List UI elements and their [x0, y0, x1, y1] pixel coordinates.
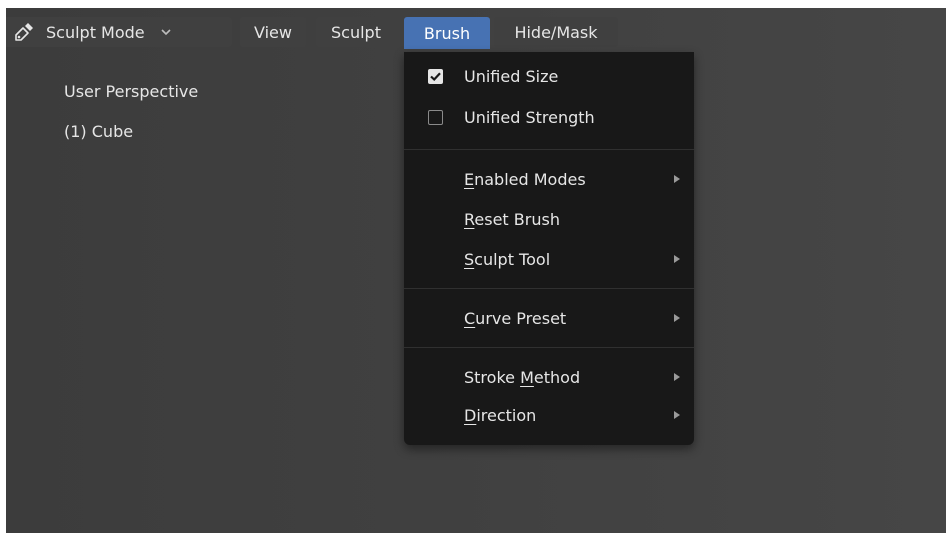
- menu-separator: [404, 347, 694, 348]
- menu-separator: [404, 149, 694, 150]
- mnemonic: M: [520, 367, 534, 387]
- mnemonic: C: [464, 308, 476, 328]
- menu-sculpt-label: Sculpt: [331, 22, 381, 42]
- label-rest: nabled Modes: [474, 169, 586, 189]
- menu-item-stroke-method[interactable]: Stroke Method: [404, 360, 694, 394]
- menu-item-label: Reset Brush: [464, 210, 560, 229]
- sculpt-brush-icon: [10, 18, 38, 46]
- menu-item-label: Direction: [464, 406, 536, 425]
- menu-item-label: Unified Strength: [464, 107, 595, 127]
- label-rest: culpt Tool: [474, 249, 551, 269]
- menu-brush-label: Brush: [423, 23, 471, 43]
- mode-selector[interactable]: Sculpt Mode: [6, 17, 232, 47]
- mnemonic: E: [464, 169, 475, 189]
- check-icon: [430, 71, 441, 81]
- label-rest: urve Preset: [475, 308, 567, 328]
- viewport-header: Sculpt Mode View Sculpt Brush Hide/Mask: [6, 8, 946, 49]
- menu-item-label: Enabled Modes: [464, 170, 586, 189]
- label-rest: irection: [476, 405, 537, 425]
- menu-item-label: Sculpt Tool: [464, 250, 550, 269]
- submenu-arrow-icon: [674, 373, 680, 381]
- menu-item-reset-brush[interactable]: Reset Brush: [404, 202, 694, 236]
- mode-label: Sculpt Mode: [46, 22, 145, 42]
- submenu-arrow-icon: [674, 175, 680, 183]
- mnemonic: D: [464, 405, 477, 425]
- menu-view[interactable]: View: [240, 17, 306, 47]
- label-pre: Stroke: [464, 367, 521, 387]
- menu-item-sculpt-tool[interactable]: Sculpt Tool: [404, 242, 694, 276]
- viewport-object-label: (1) Cube: [64, 122, 134, 141]
- mnemonic: R: [464, 209, 475, 229]
- menu-hide-mask-label: Hide/Mask: [514, 22, 598, 42]
- menu-sculpt[interactable]: Sculpt: [316, 17, 396, 47]
- checkbox-checked[interactable]: [428, 68, 443, 84]
- label-rest: eset Brush: [474, 209, 560, 229]
- menu-item-direction[interactable]: Direction: [404, 398, 694, 432]
- menu-separator: [404, 288, 694, 289]
- menu-item-label: Unified Size: [464, 66, 559, 86]
- submenu-arrow-icon: [674, 411, 680, 419]
- mnemonic: S: [464, 249, 475, 269]
- submenu-arrow-icon: [674, 255, 680, 263]
- menu-item-unified-size[interactable]: Unified Size: [404, 59, 694, 93]
- menu-brush[interactable]: Brush: [404, 17, 490, 49]
- menu-view-label: View: [254, 22, 292, 42]
- menu-item-curve-preset[interactable]: Curve Preset: [404, 301, 694, 335]
- chevron-down-icon: [159, 25, 173, 39]
- menu-item-label: Stroke Method: [464, 368, 580, 387]
- brush-menu-dropdown: Unified Size Unified Strength Enabled Mo…: [404, 52, 694, 445]
- viewport-perspective-label: User Perspective: [64, 82, 199, 101]
- menu-item-label: Curve Preset: [464, 309, 566, 328]
- menu-hide-mask[interactable]: Hide/Mask: [494, 17, 618, 47]
- checkbox-unchecked[interactable]: [428, 109, 443, 125]
- menu-item-unified-strength[interactable]: Unified Strength: [404, 100, 694, 134]
- menu-item-enabled-modes[interactable]: Enabled Modes: [404, 162, 694, 196]
- submenu-arrow-icon: [674, 314, 680, 322]
- label-rest: ethod: [533, 367, 581, 387]
